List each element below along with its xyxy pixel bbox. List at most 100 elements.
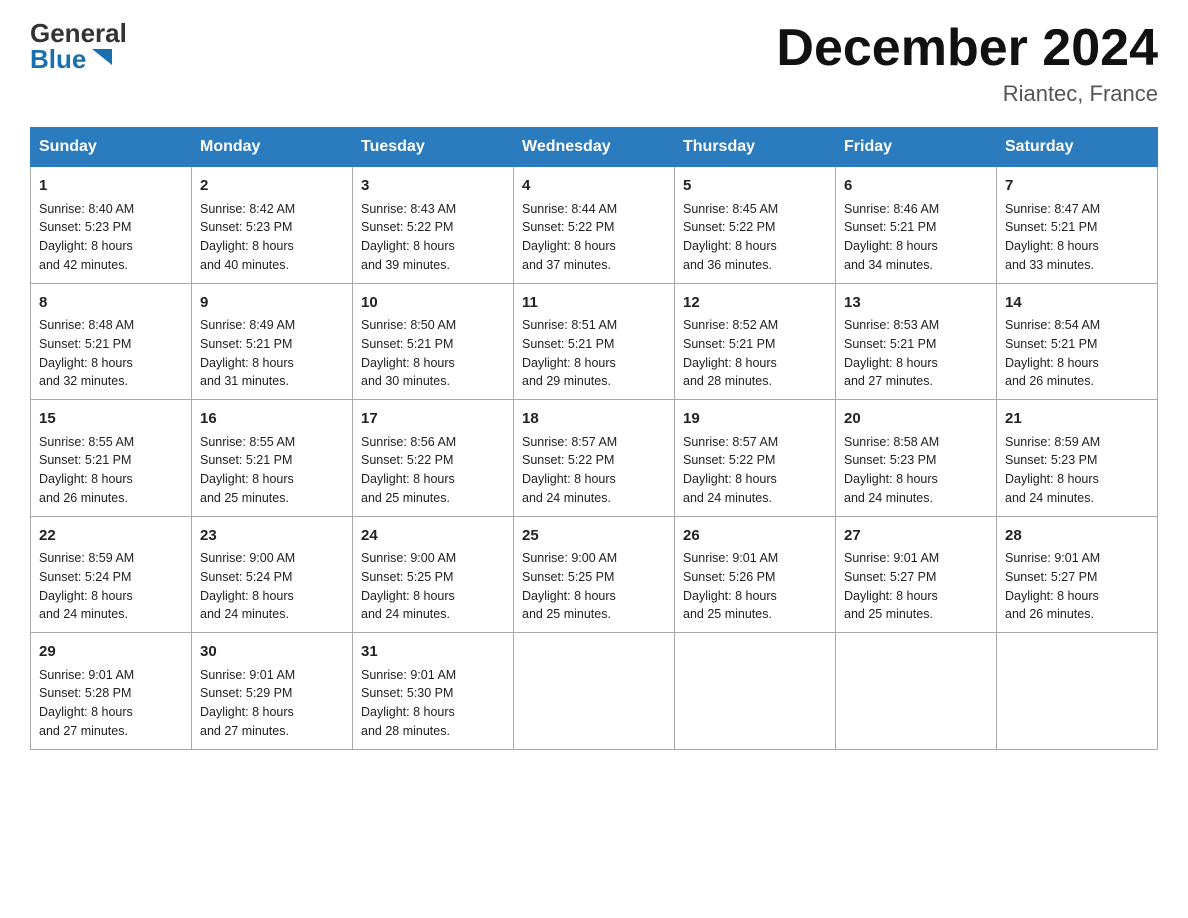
calendar-cell: 31Sunrise: 9:01 AM Sunset: 5:30 PM Dayli… [353, 633, 514, 750]
day-info: Sunrise: 8:51 AM Sunset: 5:21 PM Dayligh… [522, 316, 666, 391]
day-info: Sunrise: 9:01 AM Sunset: 5:30 PM Dayligh… [361, 666, 505, 741]
logo-blue-text: Blue [30, 46, 86, 72]
calendar-cell [675, 633, 836, 750]
day-header-monday: Monday [192, 128, 353, 167]
calendar-cell: 28Sunrise: 9:01 AM Sunset: 5:27 PM Dayli… [997, 516, 1158, 633]
day-info: Sunrise: 8:42 AM Sunset: 5:23 PM Dayligh… [200, 200, 344, 275]
calendar-cell: 10Sunrise: 8:50 AM Sunset: 5:21 PM Dayli… [353, 283, 514, 400]
calendar-cell: 5Sunrise: 8:45 AM Sunset: 5:22 PM Daylig… [675, 167, 836, 284]
day-number: 18 [522, 408, 666, 431]
day-number: 27 [844, 525, 988, 548]
day-number: 2 [200, 175, 344, 198]
day-info: Sunrise: 8:59 AM Sunset: 5:23 PM Dayligh… [1005, 433, 1149, 508]
location-text: Riantec, France [776, 81, 1158, 107]
day-number: 20 [844, 408, 988, 431]
calendar-cell: 20Sunrise: 8:58 AM Sunset: 5:23 PM Dayli… [836, 400, 997, 517]
calendar-cell: 29Sunrise: 9:01 AM Sunset: 5:28 PM Dayli… [31, 633, 192, 750]
day-header-tuesday: Tuesday [353, 128, 514, 167]
day-number: 14 [1005, 292, 1149, 315]
calendar-cell: 11Sunrise: 8:51 AM Sunset: 5:21 PM Dayli… [514, 283, 675, 400]
day-number: 22 [39, 525, 183, 548]
day-info: Sunrise: 9:01 AM Sunset: 5:27 PM Dayligh… [844, 549, 988, 624]
day-number: 21 [1005, 408, 1149, 431]
day-number: 24 [361, 525, 505, 548]
calendar-cell: 24Sunrise: 9:00 AM Sunset: 5:25 PM Dayli… [353, 516, 514, 633]
day-number: 23 [200, 525, 344, 548]
day-info: Sunrise: 9:01 AM Sunset: 5:28 PM Dayligh… [39, 666, 183, 741]
day-header-wednesday: Wednesday [514, 128, 675, 167]
day-number: 30 [200, 641, 344, 664]
day-info: Sunrise: 8:55 AM Sunset: 5:21 PM Dayligh… [39, 433, 183, 508]
day-number: 25 [522, 525, 666, 548]
day-number: 5 [683, 175, 827, 198]
logo-triangle-icon [88, 43, 116, 71]
calendar-week-row: 8Sunrise: 8:48 AM Sunset: 5:21 PM Daylig… [31, 283, 1158, 400]
day-info: Sunrise: 8:52 AM Sunset: 5:21 PM Dayligh… [683, 316, 827, 391]
day-number: 10 [361, 292, 505, 315]
day-info: Sunrise: 8:59 AM Sunset: 5:24 PM Dayligh… [39, 549, 183, 624]
calendar-cell: 22Sunrise: 8:59 AM Sunset: 5:24 PM Dayli… [31, 516, 192, 633]
day-number: 26 [683, 525, 827, 548]
calendar-cell: 17Sunrise: 8:56 AM Sunset: 5:22 PM Dayli… [353, 400, 514, 517]
day-number: 29 [39, 641, 183, 664]
title-section: December 2024 Riantec, France [776, 20, 1158, 107]
day-info: Sunrise: 8:43 AM Sunset: 5:22 PM Dayligh… [361, 200, 505, 275]
day-info: Sunrise: 8:53 AM Sunset: 5:21 PM Dayligh… [844, 316, 988, 391]
day-info: Sunrise: 9:00 AM Sunset: 5:24 PM Dayligh… [200, 549, 344, 624]
day-info: Sunrise: 8:48 AM Sunset: 5:21 PM Dayligh… [39, 316, 183, 391]
day-number: 7 [1005, 175, 1149, 198]
day-number: 15 [39, 408, 183, 431]
calendar-cell: 3Sunrise: 8:43 AM Sunset: 5:22 PM Daylig… [353, 167, 514, 284]
day-info: Sunrise: 9:01 AM Sunset: 5:26 PM Dayligh… [683, 549, 827, 624]
day-number: 19 [683, 408, 827, 431]
day-info: Sunrise: 8:54 AM Sunset: 5:21 PM Dayligh… [1005, 316, 1149, 391]
calendar-cell: 7Sunrise: 8:47 AM Sunset: 5:21 PM Daylig… [997, 167, 1158, 284]
day-number: 28 [1005, 525, 1149, 548]
day-info: Sunrise: 8:47 AM Sunset: 5:21 PM Dayligh… [1005, 200, 1149, 275]
day-info: Sunrise: 9:00 AM Sunset: 5:25 PM Dayligh… [361, 549, 505, 624]
day-info: Sunrise: 8:40 AM Sunset: 5:23 PM Dayligh… [39, 200, 183, 275]
calendar-cell: 2Sunrise: 8:42 AM Sunset: 5:23 PM Daylig… [192, 167, 353, 284]
day-info: Sunrise: 8:58 AM Sunset: 5:23 PM Dayligh… [844, 433, 988, 508]
calendar-cell: 16Sunrise: 8:55 AM Sunset: 5:21 PM Dayli… [192, 400, 353, 517]
calendar-week-row: 15Sunrise: 8:55 AM Sunset: 5:21 PM Dayli… [31, 400, 1158, 517]
day-info: Sunrise: 9:00 AM Sunset: 5:25 PM Dayligh… [522, 549, 666, 624]
day-info: Sunrise: 9:01 AM Sunset: 5:27 PM Dayligh… [1005, 549, 1149, 624]
calendar-cell [836, 633, 997, 750]
day-number: 6 [844, 175, 988, 198]
calendar-cell: 18Sunrise: 8:57 AM Sunset: 5:22 PM Dayli… [514, 400, 675, 517]
day-header-friday: Friday [836, 128, 997, 167]
day-info: Sunrise: 8:46 AM Sunset: 5:21 PM Dayligh… [844, 200, 988, 275]
month-title: December 2024 [776, 20, 1158, 77]
calendar-week-row: 22Sunrise: 8:59 AM Sunset: 5:24 PM Dayli… [31, 516, 1158, 633]
day-number: 4 [522, 175, 666, 198]
calendar-cell: 15Sunrise: 8:55 AM Sunset: 5:21 PM Dayli… [31, 400, 192, 517]
calendar-cell [997, 633, 1158, 750]
calendar-cell: 13Sunrise: 8:53 AM Sunset: 5:21 PM Dayli… [836, 283, 997, 400]
calendar-cell [514, 633, 675, 750]
day-number: 3 [361, 175, 505, 198]
calendar-cell: 21Sunrise: 8:59 AM Sunset: 5:23 PM Dayli… [997, 400, 1158, 517]
calendar-table: SundayMondayTuesdayWednesdayThursdayFrid… [30, 127, 1158, 750]
calendar-cell: 19Sunrise: 8:57 AM Sunset: 5:22 PM Dayli… [675, 400, 836, 517]
day-header-thursday: Thursday [675, 128, 836, 167]
day-number: 13 [844, 292, 988, 315]
page-header: General Blue December 2024 Riantec, Fran… [30, 20, 1158, 107]
day-number: 31 [361, 641, 505, 664]
day-number: 17 [361, 408, 505, 431]
calendar-cell: 14Sunrise: 8:54 AM Sunset: 5:21 PM Dayli… [997, 283, 1158, 400]
day-number: 9 [200, 292, 344, 315]
day-header-sunday: Sunday [31, 128, 192, 167]
day-number: 16 [200, 408, 344, 431]
day-number: 12 [683, 292, 827, 315]
calendar-cell: 4Sunrise: 8:44 AM Sunset: 5:22 PM Daylig… [514, 167, 675, 284]
day-header-saturday: Saturday [997, 128, 1158, 167]
day-info: Sunrise: 8:56 AM Sunset: 5:22 PM Dayligh… [361, 433, 505, 508]
day-number: 8 [39, 292, 183, 315]
calendar-header-row: SundayMondayTuesdayWednesdayThursdayFrid… [31, 128, 1158, 167]
calendar-cell: 6Sunrise: 8:46 AM Sunset: 5:21 PM Daylig… [836, 167, 997, 284]
day-info: Sunrise: 9:01 AM Sunset: 5:29 PM Dayligh… [200, 666, 344, 741]
calendar-cell: 25Sunrise: 9:00 AM Sunset: 5:25 PM Dayli… [514, 516, 675, 633]
calendar-cell: 23Sunrise: 9:00 AM Sunset: 5:24 PM Dayli… [192, 516, 353, 633]
calendar-cell: 1Sunrise: 8:40 AM Sunset: 5:23 PM Daylig… [31, 167, 192, 284]
